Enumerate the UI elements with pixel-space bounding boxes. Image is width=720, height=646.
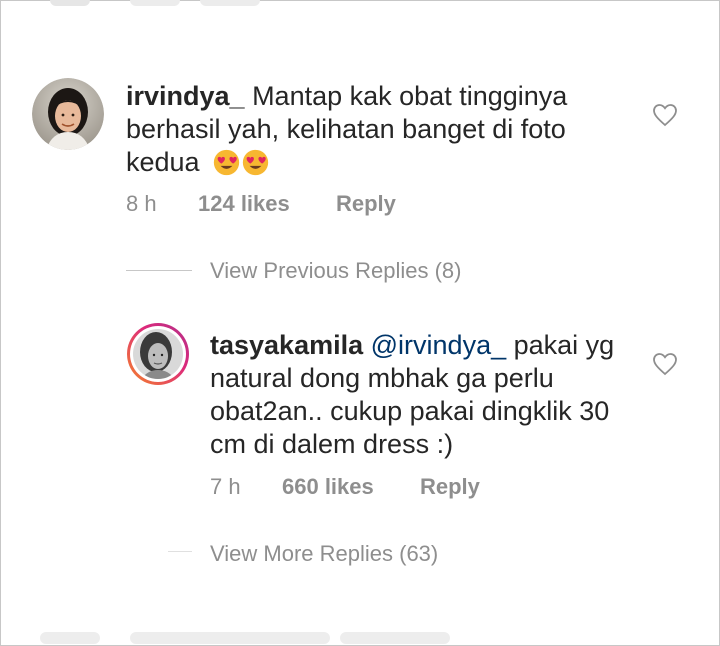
username[interactable]: tasyakamila bbox=[210, 330, 363, 360]
comment-text: irvindya_ Mantap kak obat tingginya berh… bbox=[126, 80, 626, 179]
comment-body-line: natural dong mbhak ga perlu bbox=[210, 363, 554, 393]
replies-divider-line bbox=[126, 270, 192, 271]
view-previous-replies-button[interactable]: View Previous Replies (8) bbox=[210, 258, 461, 284]
timestamp[interactable]: 7 h bbox=[210, 474, 241, 500]
profile-photo-icon bbox=[32, 78, 104, 150]
timestamp[interactable]: 8 h bbox=[126, 191, 157, 217]
view-more-replies-button[interactable]: View More Replies (63) bbox=[210, 541, 438, 567]
comment-text: tasyakamila @irvindya_ pakai yg natural … bbox=[210, 329, 650, 461]
likes-count[interactable]: 660 likes bbox=[282, 474, 374, 500]
likes-count[interactable]: 124 likes bbox=[198, 191, 290, 217]
like-heart-icon[interactable] bbox=[652, 103, 678, 127]
comment-body-line: pakai yg bbox=[506, 330, 615, 360]
story-ring-profile-photo-icon bbox=[127, 323, 189, 385]
comment-meta: 8 h 124 likes Reply bbox=[126, 191, 526, 219]
avatar[interactable] bbox=[32, 78, 104, 150]
comment-body-line: cm di dalem dress :) bbox=[210, 429, 454, 459]
heart-eyes-emoji-icon bbox=[242, 149, 269, 176]
like-heart-icon[interactable] bbox=[652, 352, 678, 376]
avatar[interactable] bbox=[126, 322, 190, 386]
comment-body-line: Mantap kak obat tingginya bbox=[244, 81, 568, 111]
cut-off-previous-row bbox=[50, 0, 270, 22]
mention-link[interactable]: @irvindya_ bbox=[371, 330, 506, 360]
reply-button[interactable]: Reply bbox=[336, 191, 396, 217]
comment-body-line: berhasil yah, kelihatan banget di foto bbox=[126, 114, 566, 144]
replies-divider-line bbox=[168, 551, 192, 552]
cut-off-next-row bbox=[40, 628, 660, 646]
reply-button[interactable]: Reply bbox=[420, 474, 480, 500]
comment-body-line: obat2an.. cukup pakai dingklik 30 bbox=[210, 396, 610, 426]
comment-body-line: kedua bbox=[126, 147, 200, 177]
username[interactable]: irvindya_ bbox=[126, 81, 245, 111]
comment-meta: 7 h 660 likes Reply bbox=[210, 474, 610, 502]
heart-eyes-emoji-icon bbox=[213, 149, 240, 176]
